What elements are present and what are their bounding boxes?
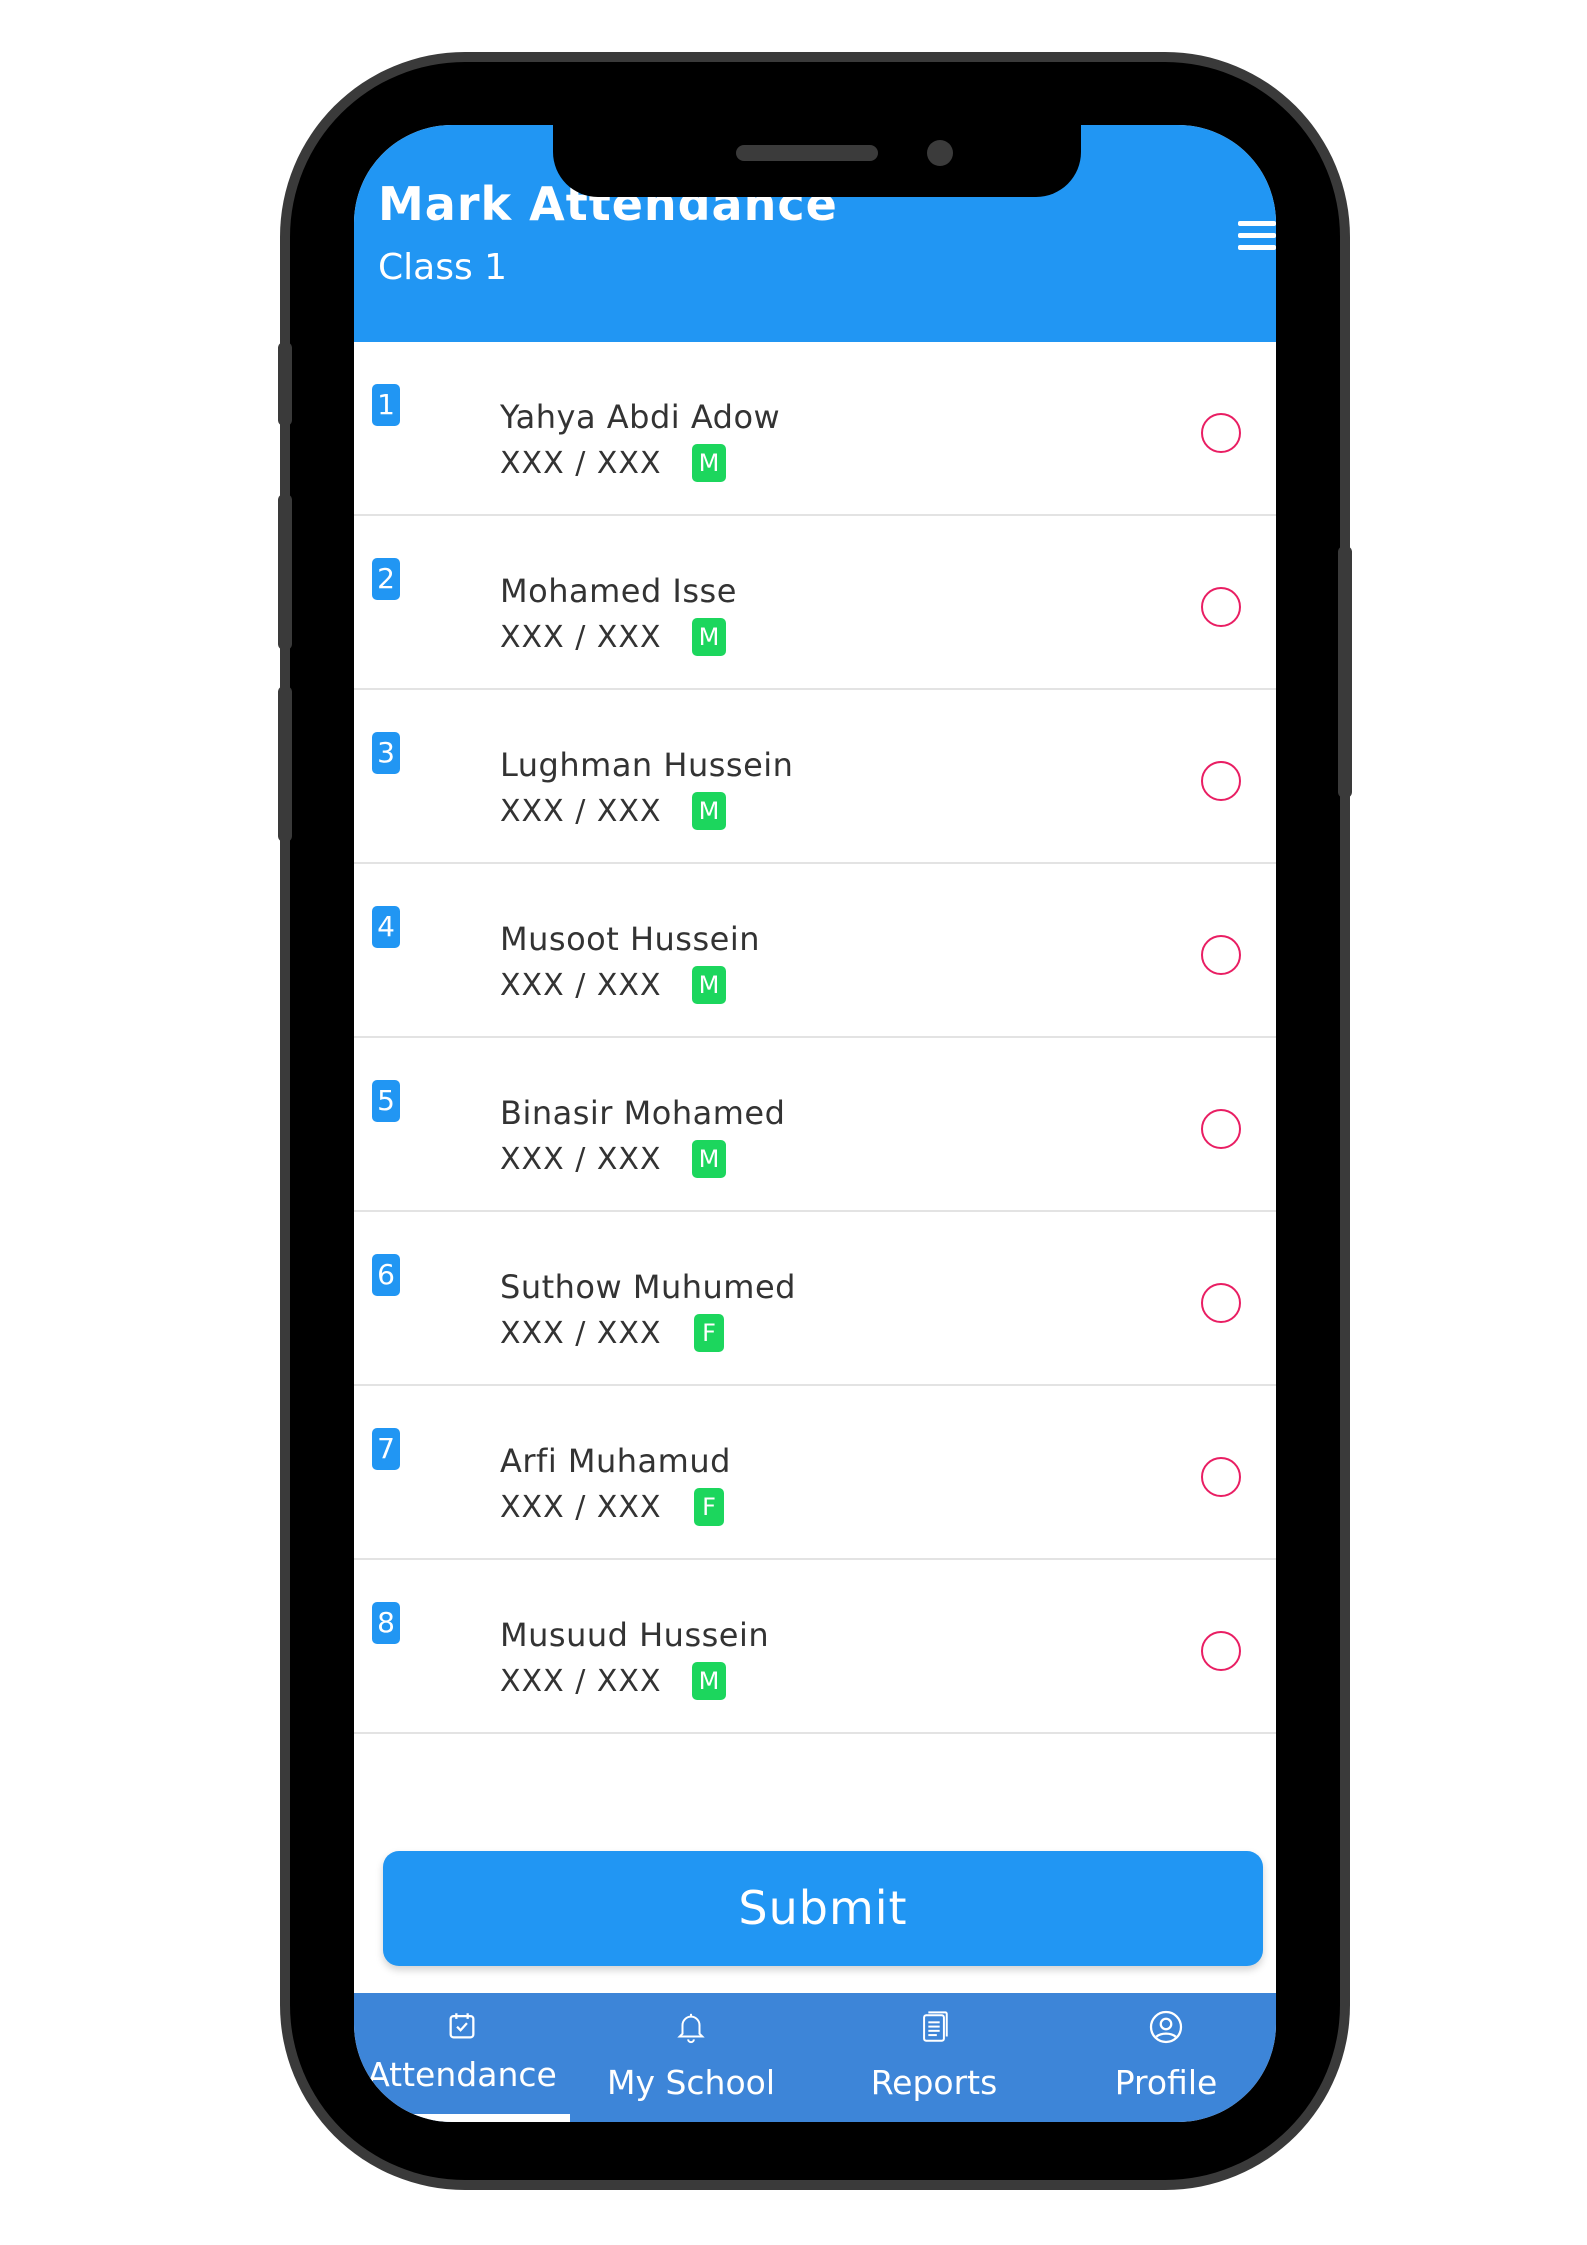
student-id: XXX / XXX bbox=[500, 968, 662, 1003]
front-camera bbox=[927, 140, 953, 166]
submit-button[interactable]: Submit bbox=[383, 1851, 1263, 1966]
gender-badge: F bbox=[694, 1314, 724, 1352]
student-list: 1 Yahya Abdi Adow XXX / XXX M 2 Mohamed … bbox=[354, 342, 1276, 1734]
student-id: XXX / XXX bbox=[500, 1664, 662, 1699]
phone-volume-up bbox=[278, 494, 292, 650]
bottom-navigation: Attendance My School Reports Profile bbox=[354, 1993, 1276, 2122]
attendance-radio[interactable] bbox=[1201, 935, 1241, 975]
tab-label: Reports bbox=[870, 2063, 998, 2102]
tab-label: My School bbox=[606, 2063, 776, 2102]
list-item: 5 Binasir Mohamed XXX / XXX M bbox=[354, 1038, 1276, 1212]
student-number: 1 bbox=[372, 384, 400, 426]
bell-icon bbox=[677, 2013, 705, 2044]
speaker-grille bbox=[736, 145, 878, 161]
student-name: Musoot Hussein bbox=[500, 920, 760, 958]
list-item: 6 Suthow Muhumed XXX / XXX F bbox=[354, 1212, 1276, 1386]
student-number: 3 bbox=[372, 732, 400, 774]
tab-attendance[interactable]: Attendance bbox=[354, 1993, 570, 2122]
student-name: Mohamed Isse bbox=[500, 572, 737, 610]
student-name: Arfi Muhamud bbox=[500, 1442, 731, 1480]
student-number: 2 bbox=[372, 558, 400, 600]
student-number: 4 bbox=[372, 906, 400, 948]
list-item: 8 Musuud Hussein XXX / XXX M bbox=[354, 1560, 1276, 1734]
gender-badge: M bbox=[692, 444, 726, 482]
gender-badge: M bbox=[692, 966, 726, 1004]
attendance-radio[interactable] bbox=[1201, 1109, 1241, 1149]
student-number: 6 bbox=[372, 1254, 400, 1296]
gender-badge: M bbox=[692, 1662, 726, 1700]
list-item: 7 Arfi Muhamud XXX / XXX F bbox=[354, 1386, 1276, 1560]
attendance-radio[interactable] bbox=[1201, 587, 1241, 627]
app-screen: Mark Attendance Class 1 1 Yahya Abdi Ado… bbox=[354, 125, 1276, 2122]
gender-badge: M bbox=[692, 618, 726, 656]
list-item: 3 Lughman Hussein XXX / XXX M bbox=[354, 690, 1276, 864]
active-tab-indicator bbox=[354, 2114, 570, 2122]
tab-profile[interactable]: Profile bbox=[1056, 1993, 1276, 2122]
student-name: Suthow Muhumed bbox=[500, 1268, 796, 1306]
student-number: 7 bbox=[372, 1428, 400, 1470]
user-circle-icon bbox=[1149, 2010, 1183, 2044]
student-id: XXX / XXX bbox=[500, 794, 662, 829]
phone-silent-switch bbox=[278, 342, 292, 426]
list-item: 4 Musoot Hussein XXX / XXX M bbox=[354, 864, 1276, 1038]
class-name: Class 1 bbox=[378, 247, 508, 288]
attendance-radio[interactable] bbox=[1201, 1283, 1241, 1323]
calendar-check-icon bbox=[449, 2013, 475, 2039]
tab-my-school[interactable]: My School bbox=[570, 1993, 812, 2122]
student-number: 5 bbox=[372, 1080, 400, 1122]
student-name: Yahya Abdi Adow bbox=[500, 398, 781, 436]
gender-badge: M bbox=[692, 1140, 726, 1178]
attendance-radio[interactable] bbox=[1201, 1631, 1241, 1671]
tab-reports[interactable]: Reports bbox=[812, 1993, 1056, 2122]
attendance-radio[interactable] bbox=[1201, 1457, 1241, 1497]
gender-badge: F bbox=[694, 1488, 724, 1526]
student-id: XXX / XXX bbox=[500, 1490, 662, 1525]
student-id: XXX / XXX bbox=[500, 1142, 662, 1177]
attendance-radio[interactable] bbox=[1201, 413, 1241, 453]
tab-label: Profile bbox=[1114, 2063, 1218, 2102]
student-number: 8 bbox=[372, 1602, 400, 1644]
attendance-radio[interactable] bbox=[1201, 761, 1241, 801]
list-item: 2 Mohamed Isse XXX / XXX M bbox=[354, 516, 1276, 690]
list-item: 1 Yahya Abdi Adow XXX / XXX M bbox=[354, 342, 1276, 516]
hamburger-menu-icon[interactable] bbox=[1238, 221, 1276, 253]
student-id: XXX / XXX bbox=[500, 1316, 662, 1351]
student-name: Musuud Hussein bbox=[500, 1616, 770, 1654]
student-id: XXX / XXX bbox=[500, 620, 662, 655]
phone-notch bbox=[553, 115, 1081, 197]
phone-volume-down bbox=[278, 686, 292, 842]
student-name: Lughman Hussein bbox=[500, 746, 794, 784]
student-name: Binasir Mohamed bbox=[500, 1094, 786, 1132]
student-id: XXX / XXX bbox=[500, 446, 662, 481]
document-icon bbox=[923, 2011, 948, 2042]
gender-badge: M bbox=[692, 792, 726, 830]
phone-power-button bbox=[1338, 546, 1352, 798]
